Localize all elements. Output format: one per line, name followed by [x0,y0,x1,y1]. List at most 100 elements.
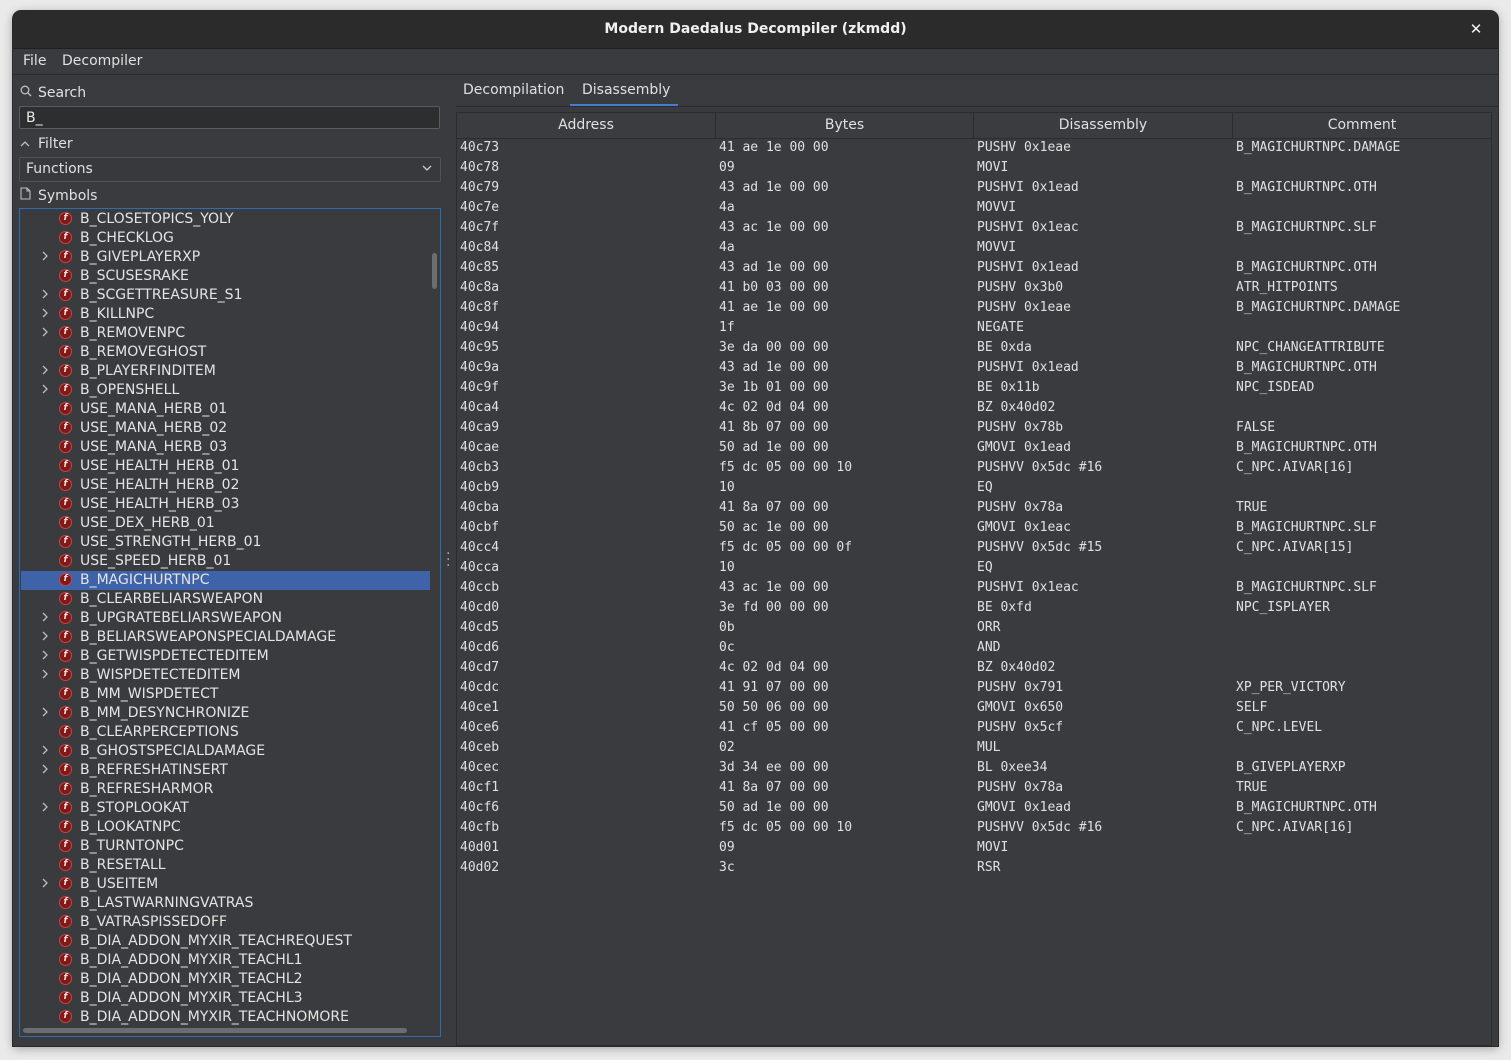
symbol-item[interactable]: f B_CLEARBELIARSWEAPON [21,590,430,609]
table-row[interactable]: 40ca4 4c 02 0d 04 00 BZ 0x40d02 [457,399,1491,419]
chevron-right-icon[interactable] [41,286,53,305]
chevron-right-icon[interactable] [41,742,53,761]
table-row[interactable]: 40cb9 10 EQ [457,479,1491,499]
symbol-item[interactable]: f B_UPGRATEBELIARSWEAPON [21,609,430,628]
table-row[interactable]: 40c9a 43 ad 1e 00 00 PUSHVI 0x1ead B_MAGICH… [457,359,1491,379]
table-row[interactable]: 40c85 43 ad 1e 00 00 PUSHVI 0x1ead B_MAGICH… [457,259,1491,279]
chevron-right-icon[interactable] [41,324,53,343]
symbol-item[interactable]: f B_DIA_ADDON_MYXIR_TEACHL3 [21,989,430,1008]
symbol-item[interactable]: f B_DIA_ADDON_MYXIR_TEACHNOMORE [21,1008,430,1027]
title-bar[interactable]: Modern Daedalus Decompiler (zkmdd) ✕ [13,11,1498,49]
symbol-item[interactable]: f B_LASTWARNINGVATRAS [21,894,430,913]
table-row[interactable]: 40c94 1f NEGATE [457,319,1491,339]
menu-decompiler[interactable]: Decompiler [62,53,142,69]
symbol-item[interactable]: f B_DIA_ADDON_MYXIR_TEACHL2 [21,970,430,989]
table-row[interactable]: 40c7f 43 ac 1e 00 00 PUSHVI 0x1eac B_MAGICH… [457,219,1491,239]
column-header-comment[interactable]: Comment [1233,113,1491,138]
tree-horizontal-scrollbar[interactable] [23,1028,407,1033]
symbol-item[interactable]: f B_VATRASPISSEDOFF [21,913,430,932]
close-button[interactable]: ✕ [1466,19,1486,39]
symbol-item[interactable]: f B_REFRESHARMOR [21,780,430,799]
table-row[interactable]: 40c7e 4a MOVVI [457,199,1491,219]
symbol-item[interactable]: f B_USEITEM [21,875,430,894]
symbol-item[interactable]: f B_TURNTONPC [21,837,430,856]
table-row[interactable]: 40c95 3e da 00 00 00 BE 0xda NPC_CHANGEATTR… [457,339,1491,359]
table-row[interactable]: 40ccb 43 ac 1e 00 00 PUSHVI 0x1eac B_MAGICH… [457,579,1491,599]
chevron-right-icon[interactable] [41,628,53,647]
table-row[interactable]: 40cb3 f5 dc 05 00 00 10 PUSHVV 0x5dc #16 C_… [457,459,1491,479]
symbol-item[interactable]: f USE_DEX_HERB_01 [21,514,430,533]
chevron-right-icon[interactable] [41,875,53,894]
symbol-item[interactable]: f USE_HEALTH_HERB_01 [21,457,430,476]
symbol-item[interactable]: f B_LOOKATNPC [21,818,430,837]
table-row[interactable]: 40c79 43 ad 1e 00 00 PUSHVI 0x1ead B_MAGICH… [457,179,1491,199]
symbol-item[interactable]: f USE_HEALTH_HERB_03 [21,495,430,514]
table-row[interactable]: 40cba 41 8a 07 00 00 PUSHV 0x78a TRUE [457,499,1491,519]
chevron-right-icon[interactable] [41,761,53,780]
chevron-right-icon[interactable] [41,647,53,666]
symbol-item[interactable]: f B_SCUSESRAKE [21,267,430,286]
column-header-disassembly[interactable]: Disassembly [974,113,1233,138]
table-row[interactable]: 40c78 09 MOVI [457,159,1491,179]
chevron-right-icon[interactable] [41,799,53,818]
symbol-item[interactable]: f USE_STRENGTH_HERB_01 [21,533,430,552]
table-row[interactable]: 40ce6 41 cf 05 00 00 PUSHV 0x5cf C_NPC.LEVE… [457,719,1491,739]
symbol-item[interactable]: f B_GIVEPLAYERXP [21,248,430,267]
symbol-item[interactable]: f USE_MANA_HERB_03 [21,438,430,457]
symbol-item[interactable]: f B_REFRESHATINSERT [21,761,430,780]
chevron-right-icon[interactable] [41,609,53,628]
chevron-right-icon[interactable] [41,381,53,400]
table-row[interactable]: 40cd0 3e fd 00 00 00 BE 0xfd NPC_ISPLAYER [457,599,1491,619]
menu-file[interactable]: File [23,53,46,69]
table-row[interactable]: 40d01 09 MOVI [457,839,1491,859]
symbol-item[interactable]: f B_BELIARSWEAPONSPECIALDAMAGE [21,628,430,647]
table-row[interactable]: 40cdc 41 91 07 00 00 PUSHV 0x791 XP_PER_VIC… [457,679,1491,699]
chevron-right-icon[interactable] [41,305,53,324]
table-row[interactable]: 40cd5 0b ORR [457,619,1491,639]
table-row[interactable]: 40d02 3c RSR [457,859,1491,879]
filter-toggle[interactable]: Filter [20,136,73,152]
column-header-address[interactable]: Address [457,113,716,138]
symbol-item[interactable]: f B_PLAYERFINDITEM [21,362,430,381]
table-row[interactable]: 40cfb f5 dc 05 00 00 10 PUSHVV 0x5dc #16 C_… [457,819,1491,839]
column-header-bytes[interactable]: Bytes [716,113,974,138]
tree-vertical-scrollbar[interactable] [432,253,437,289]
symbol-item[interactable]: f USE_MANA_HERB_01 [21,400,430,419]
table-row[interactable]: 40cbf 50 ac 1e 00 00 GMOVI 0x1eac B_MAGICHU… [457,519,1491,539]
table-row[interactable]: 40cf6 50 ad 1e 00 00 GMOVI 0x1ead B_MAGICHU… [457,799,1491,819]
table-row[interactable]: 40ceb 02 MUL [457,739,1491,759]
table-row[interactable]: 40cc4 f5 dc 05 00 00 0f PUSHVV 0x5dc #15 C_… [457,539,1491,559]
table-row[interactable]: 40c8a 41 b0 03 00 00 PUSHV 0x3b0 ATR_HITPOI… [457,279,1491,299]
symbols-tree[interactable]: f B_DIA_ADDON_MYXIR_TEACHNOMORE f B_DIA_ADD… [19,208,441,1037]
table-row[interactable]: 40cd6 0c AND [457,639,1491,659]
symbol-item[interactable]: f B_DIA_ADDON_MYXIR_TEACHL1 [21,951,430,970]
tab-disassembly[interactable]: Disassembly [582,82,670,98]
table-row[interactable]: 40ca9 41 8b 07 00 00 PUSHV 0x78b FALSE [457,419,1491,439]
table-row[interactable]: 40cec 3d 34 ee 00 00 BL 0xee34 B_GIVEPLAYER… [457,759,1491,779]
table-row[interactable]: 40cf1 41 8a 07 00 00 PUSHV 0x78a TRUE [457,779,1491,799]
symbol-item[interactable]: f B_CLEARPERCEPTIONS [21,723,430,742]
symbol-item[interactable]: f B_REMOVENPC [21,324,430,343]
symbol-item[interactable]: f B_MAGICHURTNPC [21,571,430,590]
table-row[interactable]: 40cae 50 ad 1e 00 00 GMOVI 0x1ead B_MAGICHU… [457,439,1491,459]
symbol-item[interactable]: f B_WISPDETECTEDITEM [21,666,430,685]
symbol-item[interactable]: f B_MM_DESYNCHRONIZE [21,704,430,723]
symbol-item[interactable]: f B_GHOSTSPECIALDAMAGE [21,742,430,761]
symbol-item[interactable]: f USE_SPEED_HERB_01 [21,552,430,571]
symbol-item[interactable]: f B_CHECKLOG [21,229,430,248]
table-row[interactable]: 40cd7 4c 02 0d 04 00 BZ 0x40d02 [457,659,1491,679]
chevron-right-icon[interactable] [41,362,53,381]
symbol-item[interactable]: f USE_MANA_HERB_02 [21,419,430,438]
symbol-item[interactable]: f B_REMOVEGHOST [21,343,430,362]
tab-decompilation[interactable]: Decompilation [463,82,564,98]
chevron-right-icon[interactable] [41,248,53,267]
symbol-item[interactable]: f B_SCGETTREASURE_S1 [21,286,430,305]
filter-select[interactable]: Functions [19,157,441,182]
symbol-item[interactable]: f USE_HEALTH_HERB_02 [21,476,430,495]
table-row[interactable]: 40ce1 50 50 06 00 00 GMOVI 0x650 SELF [457,699,1491,719]
symbol-item[interactable]: f B_STOPLOOKAT [21,799,430,818]
search-input[interactable]: B_ [19,106,440,129]
symbol-item[interactable]: f B_MM_WISPDETECT [21,685,430,704]
chevron-right-icon[interactable] [41,666,53,685]
symbol-item[interactable]: f B_RESETALL [21,856,430,875]
